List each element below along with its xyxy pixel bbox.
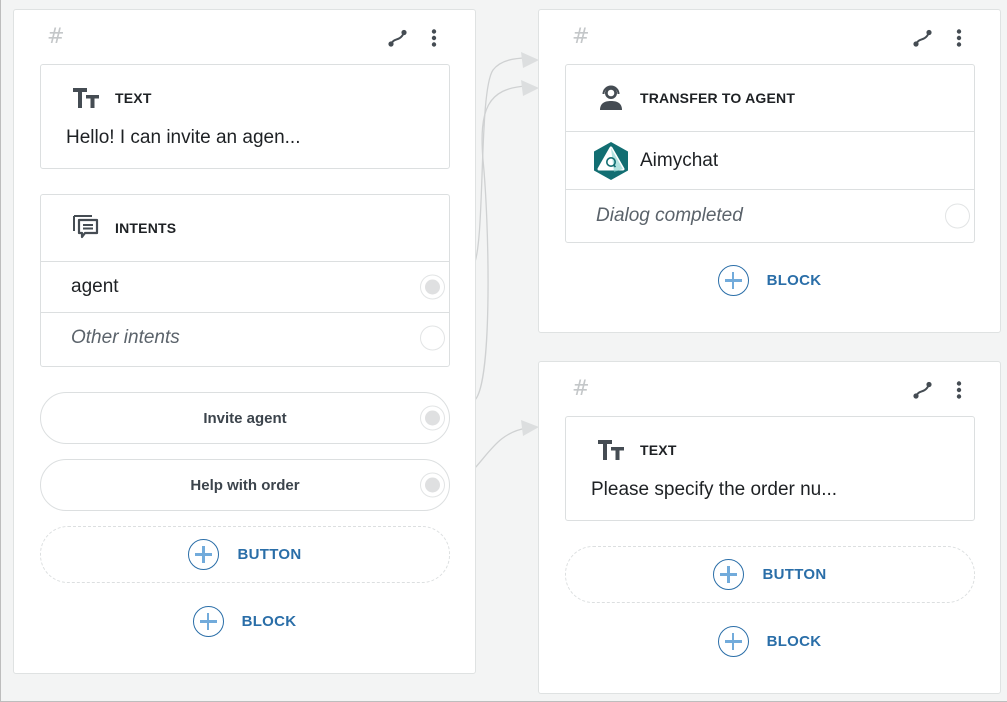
button-label: Invite agent [203, 409, 287, 427]
block-type-label: TEXT [115, 90, 152, 106]
screen-hash-label[interactable]: # [47, 24, 65, 48]
plus-circle-icon [717, 626, 749, 657]
arrow-head [521, 420, 539, 436]
button-label: Help with order [190, 476, 300, 494]
plus-circle-icon [192, 606, 224, 637]
intent-row[interactable]: agent [41, 261, 449, 312]
aimychat-logo-icon [592, 141, 630, 181]
add-block-button[interactable]: BLOCK [717, 626, 822, 657]
block-type-label: TRANSFER TO AGENT [640, 90, 796, 106]
connection-route-icon[interactable] [912, 379, 934, 401]
text-size-icon [72, 86, 102, 110]
screen-hash-label[interactable]: # [572, 376, 590, 400]
text-block-content: Please specify the order nu... [591, 479, 838, 500]
add-block-button[interactable]: BLOCK [717, 265, 822, 296]
block-type-label: TEXT [640, 442, 677, 458]
arrow-head [521, 80, 539, 96]
plus-circle-icon [717, 265, 749, 296]
more-vertical-icon[interactable] [948, 379, 970, 401]
add-block-label: BLOCK [241, 613, 297, 630]
screen-card-order[interactable]: # TEXT Please specify the order nu... BU… [538, 361, 1001, 694]
dialog-completed-row[interactable]: Dialog completed [566, 189, 974, 241]
screen-card-transfer[interactable]: # TRANSFER TO AGENT Aimychat Dialog comp… [538, 9, 1001, 333]
add-button-label: BUTTON [237, 546, 302, 563]
screen-hash-label[interactable]: # [572, 24, 590, 48]
add-button-button[interactable]: BUTTON [188, 539, 301, 570]
add-button-label: BUTTON [762, 566, 827, 583]
button-help-with-order[interactable]: Help with order [40, 459, 450, 511]
plus-circle-icon [188, 539, 220, 570]
add-block-button[interactable]: BLOCK [192, 606, 297, 637]
block-type-label: INTENTS [115, 220, 177, 236]
intent-label: Other intents [71, 327, 180, 348]
transfer-to-agent-block[interactable]: TRANSFER TO AGENT Aimychat Dialog comple… [565, 64, 975, 243]
text-size-icon [597, 438, 627, 462]
more-vertical-icon[interactable] [423, 27, 445, 49]
intents-block[interactable]: INTENTS agent Other intents [40, 194, 450, 367]
screen-header: # [539, 10, 1000, 62]
connection-route-icon[interactable] [912, 27, 934, 49]
connection-port[interactable] [420, 325, 445, 351]
intent-row-other[interactable]: Other intents [41, 312, 449, 363]
add-button-area[interactable]: BUTTON [565, 546, 975, 603]
connection-route-icon[interactable] [387, 27, 409, 49]
screen-header: # [14, 10, 475, 62]
flow-canvas[interactable]: # TEXT Hello! I can invite an agen... IN… [1, 0, 1007, 702]
arrow-head [521, 52, 539, 68]
row-label: Dialog completed [596, 204, 743, 226]
add-block-label: BLOCK [766, 272, 822, 289]
headset-agent-icon [597, 85, 627, 110]
add-button-area[interactable]: BUTTON [40, 526, 450, 583]
text-block[interactable]: TEXT Hello! I can invite an agen... [40, 64, 450, 169]
connector-help-to-order [474, 427, 528, 469]
add-button-button[interactable]: BUTTON [713, 559, 826, 590]
more-vertical-icon[interactable] [948, 27, 970, 49]
channel-label: Aimychat [640, 149, 719, 171]
connector-invite-to-transfer [474, 85, 528, 401]
screen-card-start[interactable]: # TEXT Hello! I can invite an agen... IN… [13, 9, 476, 674]
connector-agent-to-transfer [474, 57, 528, 263]
text-block-content: Hello! I can invite an agen... [66, 127, 301, 148]
plus-circle-icon [713, 559, 745, 590]
channel-row[interactable]: Aimychat [566, 131, 974, 189]
connection-port[interactable] [420, 472, 445, 498]
connection-port[interactable] [945, 203, 970, 228]
intent-label: agent [71, 276, 119, 297]
add-block-label: BLOCK [766, 633, 822, 650]
screen-header: # [539, 362, 1000, 414]
chat-messages-icon [72, 215, 102, 240]
connection-port[interactable] [420, 405, 445, 431]
text-block[interactable]: TEXT Please specify the order nu... [565, 416, 975, 521]
button-invite-agent[interactable]: Invite agent [40, 392, 450, 444]
connection-port[interactable] [420, 274, 445, 300]
